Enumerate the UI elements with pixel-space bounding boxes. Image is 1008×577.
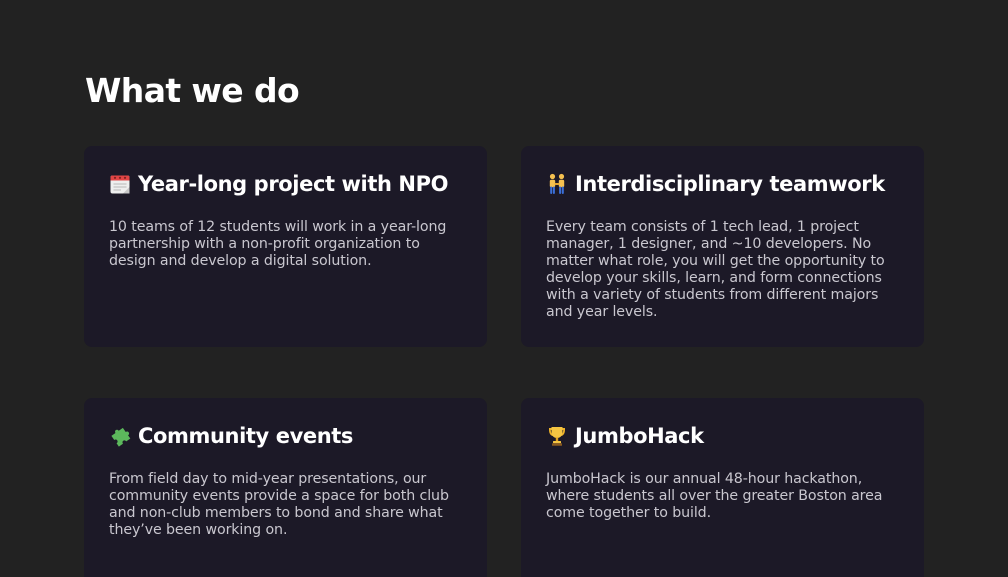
card-title-text: Year-long project with NPO <box>138 172 449 196</box>
calendar-icon <box>109 173 131 195</box>
card-community-events: Community events From field day to mid-y… <box>84 398 487 577</box>
page: What we do Year-long project with NPO 10… <box>0 0 1008 577</box>
puzzle-piece-icon <box>109 425 131 447</box>
card-description: 10 teams of 12 students will work in a y… <box>109 219 447 269</box>
card-description: JumboHack is our annual 48-hour hackatho… <box>546 471 883 521</box>
card-title: Community events <box>109 421 463 451</box>
card-title-text: Community events <box>138 424 354 448</box>
card-interdisciplinary-teamwork: Interdisciplinary teamwork Every team co… <box>521 146 924 347</box>
card-title-text: JumboHack <box>575 424 704 448</box>
card-jumbohack: JumboHack JumboHack is our annual 48-hou… <box>521 398 924 577</box>
trophy-icon <box>546 425 568 447</box>
card-title-text: Interdisciplinary teamwork <box>575 172 885 196</box>
card-title: Interdisciplinary teamwork <box>546 169 900 199</box>
card-year-long-project: Year-long project with NPO 10 teams of 1… <box>84 146 487 347</box>
card-title: Year-long project with NPO <box>109 169 463 199</box>
card-title: JumboHack <box>546 421 900 451</box>
people-holding-hands-icon <box>546 173 568 195</box>
card-description: Every team consists of 1 tech lead, 1 pr… <box>546 219 885 320</box>
section-title: What we do <box>85 71 300 110</box>
card-description: From field day to mid-year presentations… <box>109 471 449 538</box>
